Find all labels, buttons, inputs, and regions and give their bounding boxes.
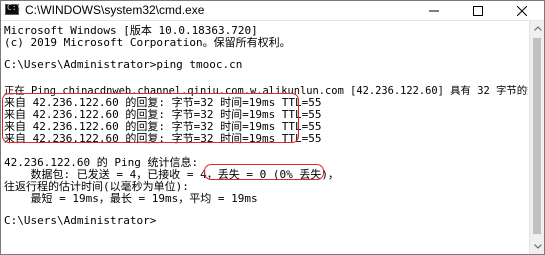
console-output[interactable]: Microsoft Windows [版本 10.0.18363.720] (c…	[1, 21, 528, 254]
close-icon	[517, 5, 527, 16]
console-line: (c) 2019 Microsoft Corporation。保留所有权利。	[4, 36, 291, 49]
minimize-button[interactable]	[412, 1, 456, 20]
minimize-icon	[429, 10, 439, 11]
close-button[interactable]	[500, 1, 544, 20]
window-title: C:\WINDOWS\system32\cmd.exe	[25, 3, 205, 17]
vertical-scrollbar[interactable]	[529, 21, 544, 254]
console-line: C:\Users\Administrator>	[4, 214, 157, 227]
cmd-icon: C:\	[5, 3, 21, 15]
console-line: 往返行程的估计时间(以毫秒为单位):	[4, 180, 189, 193]
scroll-down-button[interactable]	[530, 239, 544, 254]
scroll-up-button[interactable]	[530, 21, 544, 36]
reply-lines-highlight	[2, 93, 299, 143]
console-line: C:\Users\Administrator>ping tmooc.cn	[4, 58, 243, 71]
console-line: 42.236.122.60 的 Ping 统计信息:	[4, 156, 199, 169]
scroll-down-arrow-icon	[533, 244, 542, 249]
scroll-up-arrow-icon	[533, 26, 542, 31]
scroll-thumb[interactable]	[533, 38, 541, 234]
title-bar[interactable]: C:\ C:\WINDOWS\system32\cmd.exe	[1, 1, 544, 21]
packet-loss-highlight	[204, 164, 324, 180]
console-line: 最短 = 19ms，最长 = 19ms，平均 = 19ms	[4, 192, 258, 205]
maximize-icon	[473, 5, 483, 16]
cmd-window: C:\ C:\WINDOWS\system32\cmd.exe Microsof…	[0, 0, 545, 255]
console-line: Microsoft Windows [版本 10.0.18363.720]	[4, 24, 258, 37]
maximize-button[interactable]	[456, 1, 500, 20]
